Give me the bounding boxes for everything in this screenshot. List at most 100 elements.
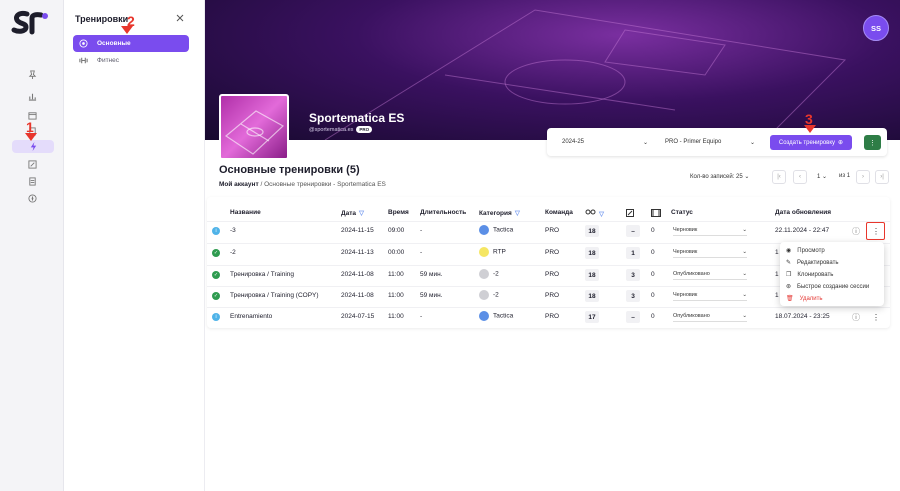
menu-quick-session[interactable]: ⊛ Быстрое создание сессии <box>786 283 869 291</box>
col-date-label: Дата <box>341 209 357 217</box>
per-page-select[interactable]: Кол-во записей: 25 ⌄ <box>690 173 749 180</box>
players-icon <box>585 209 596 219</box>
row-duration: - <box>420 227 423 234</box>
season-select[interactable]: 2024-25 ⌄ <box>562 139 648 146</box>
document-icon[interactable] <box>22 174 42 188</box>
dumbbell-icon <box>79 56 88 65</box>
prev-page-icon[interactable]: ‹ <box>793 170 807 184</box>
col-status[interactable]: Статус <box>671 209 693 216</box>
col-duration[interactable]: Длительность <box>420 209 466 216</box>
col-time[interactable]: Время <box>388 209 409 216</box>
row-name[interactable]: Тренировка / Training (COPY) <box>230 292 319 299</box>
chevron-down-icon: ⌄ <box>742 249 747 255</box>
info-icon[interactable]: ⓘ <box>852 312 860 323</box>
more-actions-button[interactable]: ⋮ <box>864 135 881 150</box>
left-rail <box>0 0 64 491</box>
annotation-arrow-icon <box>804 125 816 133</box>
first-page-icon[interactable]: |‹ <box>772 170 786 184</box>
team-value: PRO - Primer Equipo <box>665 139 722 145</box>
row-team: PRO <box>545 271 560 278</box>
col-updated[interactable]: Дата обновления <box>775 209 831 216</box>
col-name[interactable]: Название <box>230 209 261 216</box>
panel-item-fitness[interactable]: Фитнес <box>73 52 189 69</box>
exercises-icon <box>626 209 634 219</box>
col-exercises[interactable] <box>626 209 634 219</box>
row-team: PRO <box>545 313 560 320</box>
create-training-button[interactable]: Создать тренировку ⊕ <box>770 135 852 150</box>
row-status-select[interactable]: Опубликовано ⌄ <box>673 313 747 322</box>
row-menu-button[interactable]: ⋮ <box>869 310 883 324</box>
row-status: Черновик <box>673 249 698 255</box>
filter-icon[interactable]: ▽ <box>515 209 520 217</box>
filter-icon[interactable]: ▽ <box>599 210 604 218</box>
edit-icon[interactable] <box>22 157 42 171</box>
filter-icon[interactable]: ▽ <box>359 209 364 217</box>
row-time: 00:00 <box>388 249 405 256</box>
next-page-icon[interactable]: › <box>856 170 870 184</box>
row-status-select[interactable]: Черновик ⌄ <box>673 292 747 301</box>
annotation-arrow-icon <box>25 133 37 141</box>
pro-badge: PRO <box>356 126 373 133</box>
category-color-dot <box>479 269 489 279</box>
menu-view[interactable]: ◉ Просмотр <box>786 247 825 255</box>
col-category-label: Категория <box>479 209 512 217</box>
row-duration: 59 мин. <box>420 271 443 278</box>
col-team[interactable]: Команда <box>545 209 573 216</box>
menu-delete-label: Удалить <box>799 295 823 302</box>
row-category: -2 <box>479 290 499 300</box>
breadcrumb-root[interactable]: Мой аккаунт <box>219 181 259 188</box>
col-videos[interactable] <box>651 209 661 219</box>
row-time: 11:00 <box>388 313 404 320</box>
col-players[interactable]: ▽ <box>585 209 604 219</box>
info-icon[interactable]: ⓘ <box>852 226 860 237</box>
row-status-select[interactable]: Опубликовано ⌄ <box>673 271 747 280</box>
col-date[interactable]: Дата ▽ <box>341 209 364 218</box>
trainings-panel: Тренировки Основные Фитнес <box>64 0 205 491</box>
app-logo[interactable] <box>11 9 51 37</box>
eye-icon: ◉ <box>786 248 792 254</box>
video-icon <box>651 209 661 219</box>
row-players: 18 <box>585 225 599 237</box>
pin-icon[interactable] <box>22 67 42 81</box>
chart-icon[interactable] <box>22 89 42 103</box>
page-count: из 1 <box>839 173 851 179</box>
category-color-dot <box>479 311 489 321</box>
page-title: Основные тренировки (5) <box>219 164 360 176</box>
menu-view-label: Просмотр <box>797 247 825 254</box>
team-select[interactable]: PRO - Primer Equipo ⌄ <box>665 139 755 146</box>
last-page-icon[interactable]: ›| <box>875 170 889 184</box>
row-updated: 1 <box>775 249 779 256</box>
row-name[interactable]: Тренировка / Training <box>230 271 294 278</box>
user-avatar[interactable]: SS <box>863 15 889 41</box>
row-exercises: 3 <box>626 269 640 281</box>
menu-delete[interactable]: 🗑 Удалить <box>786 295 823 303</box>
menu-edit[interactable]: ✎ Редактировать <box>786 259 838 267</box>
row-team: PRO <box>545 227 560 234</box>
breadcrumb-separator: / <box>260 181 263 188</box>
row-name[interactable]: -3 <box>230 227 236 234</box>
row-status-select[interactable]: Черновик ⌄ <box>673 249 747 258</box>
panel-item-label: Основные <box>97 40 131 47</box>
trainings-icon[interactable] <box>12 140 54 153</box>
row-time: 11:00 <box>388 292 404 299</box>
row-category-label: -2 <box>493 270 499 278</box>
page-select[interactable]: 1 ⌄ <box>817 173 827 180</box>
row-exercises: 1 <box>626 247 640 259</box>
row-exercises: – <box>626 311 640 323</box>
row-status-select[interactable]: Черновик ⌄ <box>673 227 747 236</box>
compass-icon[interactable] <box>22 191 42 205</box>
row-name[interactable]: -2 <box>230 249 236 256</box>
row-updated: 1 <box>775 292 779 299</box>
menu-clone[interactable]: ❐ Клонировать <box>786 271 833 279</box>
row-players: 18 <box>585 290 599 302</box>
panel-item-main[interactable]: Основные <box>73 35 189 52</box>
close-icon[interactable] <box>174 11 186 23</box>
trash-icon: 🗑 <box>786 296 794 302</box>
row-category: Tactica <box>479 311 513 321</box>
row-date: 2024-07-15 <box>341 313 375 320</box>
row-name[interactable]: Entrenamiento <box>230 313 272 320</box>
chevron-down-icon: ⌄ <box>742 292 747 298</box>
row-status: Черновик <box>673 227 698 233</box>
row-date: 2024-11-08 <box>341 292 374 299</box>
col-category[interactable]: Категория ▽ <box>479 209 520 218</box>
